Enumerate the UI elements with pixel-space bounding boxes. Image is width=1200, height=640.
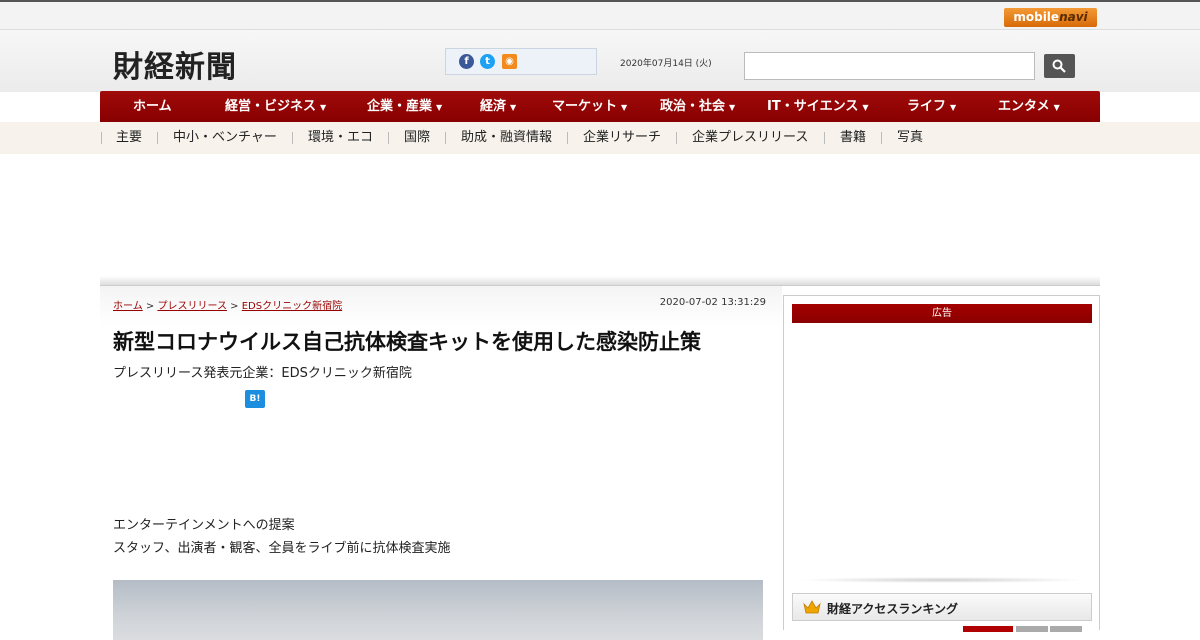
- chevron-down-icon: ▼: [729, 103, 736, 112]
- lead-line: エンターテインメントへの提案: [113, 518, 295, 533]
- subnav-item[interactable]: 企業プレスリリース: [692, 122, 808, 154]
- subnav-item[interactable]: 写真: [897, 122, 923, 154]
- subnav-item[interactable]: 企業リサーチ: [583, 122, 661, 154]
- subnav-item[interactable]: 書籍: [840, 122, 866, 154]
- chevron-down-icon: ▼: [320, 103, 327, 112]
- nav-politics[interactable]: 政治・社会 ▼: [660, 91, 735, 122]
- article-photo[interactable]: [113, 580, 763, 640]
- nav-entertainment[interactable]: エンタメ ▼: [998, 91, 1060, 122]
- nav-it-science[interactable]: IT・サイエンス ▼: [767, 91, 868, 122]
- twitter-icon[interactable]: t: [480, 54, 495, 69]
- divider: [388, 132, 389, 144]
- chevron-down-icon: ▼: [510, 103, 517, 112]
- mobilenavi-link[interactable]: mobilenavi: [1004, 8, 1097, 27]
- article-publisher: プレスリリース発表元企業：EDSクリニック新宿院: [113, 366, 412, 381]
- top-strip: mobilenavi: [0, 0, 1200, 30]
- facebook-icon[interactable]: f: [459, 54, 474, 69]
- article-lead: エンターテインメントへの提案 スタッフ、出演者・観客、全員をライブ前に抗体検査実…: [113, 514, 450, 560]
- divider: [798, 577, 1086, 583]
- subnav-item[interactable]: 環境・エコ: [308, 122, 373, 154]
- ranking-tab[interactable]: [963, 626, 1013, 632]
- subnav-item[interactable]: 国際: [404, 122, 430, 154]
- sidebar: 広告 財経アクセスランキング: [783, 295, 1100, 632]
- current-date: 2020年07月14日 (火): [620, 59, 712, 69]
- search-icon: [1052, 59, 1066, 73]
- divider: [824, 132, 825, 144]
- subnav-item[interactable]: 助成・融資情報: [461, 122, 552, 154]
- article-timestamp: 2020-07-02 13:31:29: [659, 297, 766, 308]
- article: ホーム > プレスリリース > EDSクリニック新宿院 2020-07-02 1…: [100, 286, 782, 640]
- sub-nav: 主要 中小・ベンチャー 環境・エコ 国際 助成・融資情報 企業リサーチ 企業プレ…: [0, 122, 1200, 154]
- divider: [676, 132, 677, 144]
- social-links: f t ◉: [445, 48, 597, 75]
- crown-icon: [803, 600, 821, 614]
- banner-ad-area: [100, 154, 1100, 284]
- divider: [100, 276, 1100, 286]
- site-header: 財経新聞 f t ◉ 2020年07月14日 (火): [0, 30, 1200, 92]
- subnav-item[interactable]: 主要: [116, 122, 142, 154]
- chevron-down-icon: ▼: [1053, 103, 1060, 112]
- nav-life[interactable]: ライフ ▼: [907, 91, 956, 122]
- hatena-bookmark-button[interactable]: B!: [245, 390, 265, 408]
- chevron-down-icon: ▼: [436, 103, 443, 112]
- chevron-down-icon: ▼: [862, 103, 869, 112]
- ranking-tab[interactable]: [1050, 626, 1082, 632]
- divider: [292, 132, 293, 144]
- chevron-down-icon: ▼: [621, 103, 628, 112]
- ranking-title: 財経アクセスランキング: [827, 602, 959, 616]
- divider: [101, 132, 102, 144]
- subnav-item[interactable]: 中小・ベンチャー: [173, 122, 277, 154]
- nav-home[interactable]: ホーム: [133, 91, 176, 122]
- breadcrumb: ホーム > プレスリリース > EDSクリニック新宿院: [113, 301, 343, 312]
- rss-icon[interactable]: ◉: [502, 54, 517, 69]
- site-logo[interactable]: 財経新聞: [113, 42, 237, 86]
- breadcrumb-company[interactable]: EDSクリニック新宿院: [242, 301, 342, 312]
- ranking-tab[interactable]: [1016, 626, 1048, 632]
- nav-market[interactable]: マーケット ▼: [552, 91, 627, 122]
- divider: [157, 132, 158, 144]
- main-nav: ホーム 経営・ビジネス ▼ 企業・産業 ▼ 経済 ▼ マーケット ▼ 政治・社会 ▼ IT…: [100, 91, 1100, 122]
- article-title: 新型コロナウイルス自己抗体検査キットを使用した感染防止策: [113, 330, 701, 354]
- divider: [567, 132, 568, 144]
- sidebar-ad: [792, 323, 1092, 573]
- breadcrumb-press-release[interactable]: プレスリリース: [157, 301, 227, 312]
- search-input[interactable]: [744, 52, 1035, 80]
- nav-business[interactable]: 経営・ビジネス ▼: [225, 91, 326, 122]
- nav-industry[interactable]: 企業・産業 ▼: [367, 91, 442, 122]
- lead-line: スタッフ、出演者・観客、全員をライブ前に抗体検査実施: [113, 541, 451, 556]
- ranking-header: 財経アクセスランキング: [792, 593, 1092, 621]
- breadcrumb-home[interactable]: ホーム: [113, 301, 143, 312]
- divider: [881, 132, 882, 144]
- divider: [445, 132, 446, 144]
- ad-label: 広告: [792, 304, 1092, 323]
- nav-economy[interactable]: 経済 ▼: [480, 91, 516, 122]
- chevron-down-icon: ▼: [950, 103, 957, 112]
- search-button[interactable]: [1044, 54, 1075, 78]
